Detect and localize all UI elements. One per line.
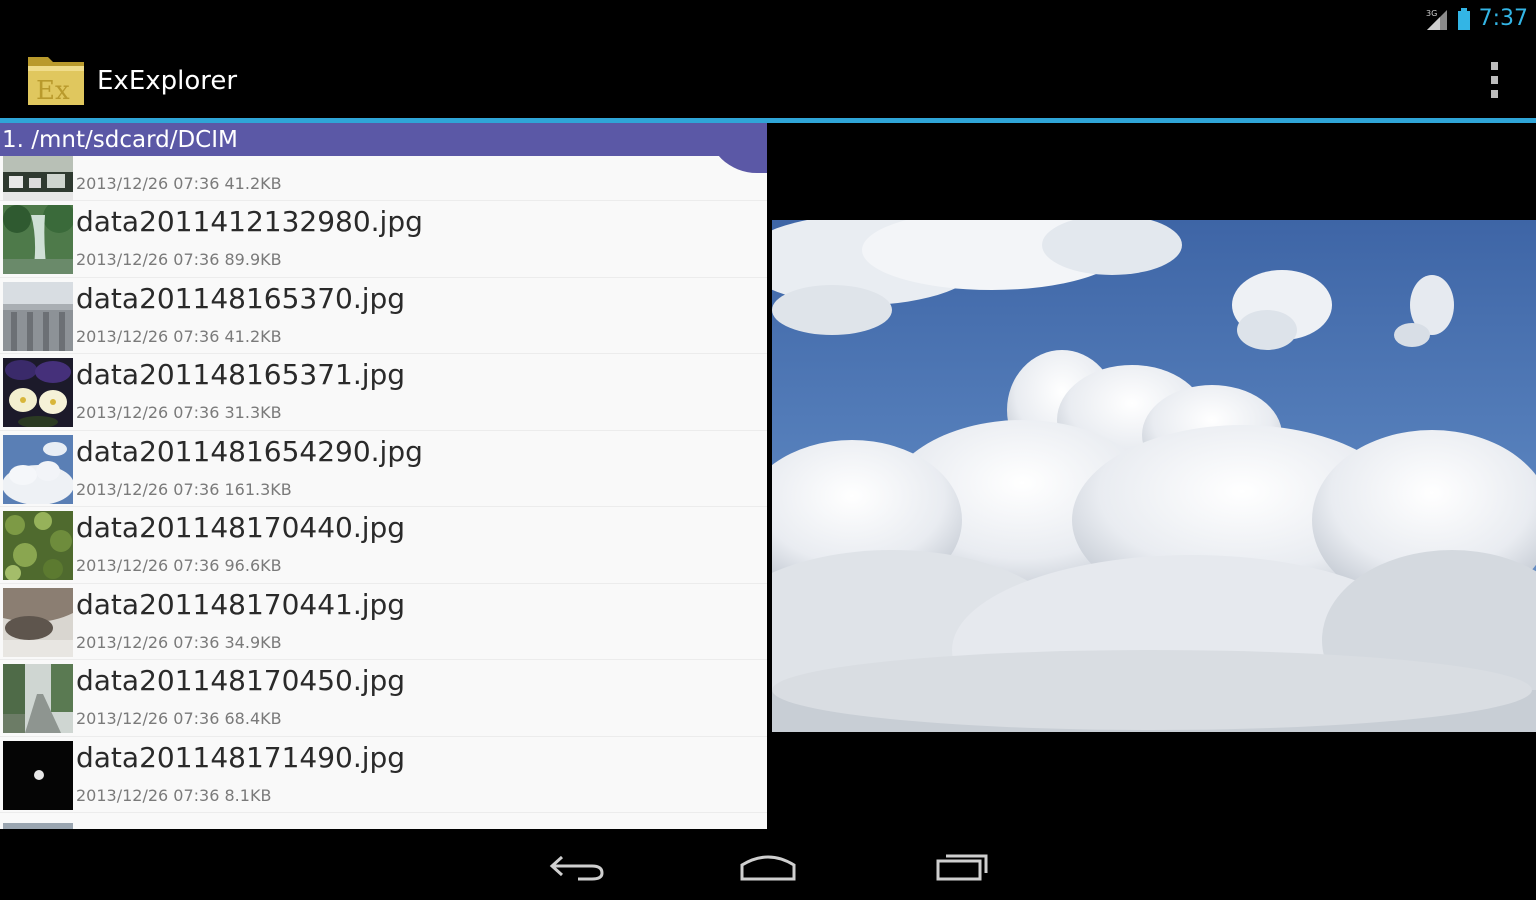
file-list-pane[interactable]: 1. /mnt/sdcard/DCIM 2013/12/26 07:36 41.…: [0, 123, 767, 829]
file-list-item[interactable]: data201148170441.jpg 2013/12/26 07:36 34…: [0, 584, 767, 660]
file-name: data201148165371.jpg: [76, 358, 406, 391]
cat-photo-thumbnail: [3, 587, 73, 657]
road-photo-thumbnail: [3, 664, 73, 733]
status-clock: 7:37: [1478, 6, 1528, 31]
app-title: ExExplorer: [97, 66, 238, 96]
file-meta: 2013/12/26 07:36 68.4KB: [76, 709, 282, 728]
file-meta: 2013/12/26 07:36 8.1KB: [76, 785, 272, 805]
file-meta: 2013/12/26 07:36 34.9KB: [76, 632, 282, 652]
app-icon-label: Ex: [36, 76, 70, 106]
action-bar: Ex ExExplorer: [0, 38, 1536, 118]
file-list[interactable]: 2013/12/26 07:36 41.2KB data201141213298…: [0, 132, 767, 813]
file-meta: 2013/12/26 07:36 161.3KB: [76, 479, 292, 499]
overflow-dot: [1490, 90, 1498, 98]
overflow-menu-icon[interactable]: [1484, 62, 1504, 98]
clouds-photo-thumbnail: [3, 434, 73, 504]
file-name: data201148170441.jpg: [76, 587, 406, 621]
file-meta: 2013/12/26 07:36 89.9KB: [76, 250, 282, 269]
file-name: data201148170440.jpg: [76, 511, 406, 544]
signal-icon: 3G: [1426, 9, 1447, 30]
network-type-label: 3G: [1426, 9, 1437, 18]
file-meta: 2013/12/26 07:36 41.2KB: [76, 326, 282, 346]
overflow-dot: [1490, 62, 1498, 70]
file-list-item[interactable]: data201148165370.jpg 2013/12/26 07:36 41…: [0, 278, 767, 354]
file-name: data2011481654290.jpg: [76, 434, 423, 468]
file-list-item[interactable]: data201148165371.jpg 2013/12/26 07:36 31…: [0, 354, 767, 431]
file-name: data201148171490.jpg: [76, 740, 406, 774]
file-meta: 2013/12/26 07:36 96.6KB: [76, 556, 282, 575]
file-meta: 2013/12/26 07:36 41.2KB: [76, 174, 282, 193]
file-list-item[interactable]: data2011412132980.jpg 2013/12/26 07:36 8…: [0, 201, 767, 278]
moon-photo-thumbnail: [3, 740, 73, 810]
recent-apps-icon[interactable]: [932, 849, 992, 883]
status-bar: 3G 7:37: [0, 0, 1536, 38]
back-icon[interactable]: [548, 849, 608, 883]
file-list-item[interactable]: 2013/12/26 07:36 41.2KB: [0, 132, 767, 201]
overflow-dot: [1490, 76, 1498, 84]
waterfall-photo-thumbnail: [3, 205, 73, 274]
file-name: data2011412132980.jpg: [76, 205, 423, 238]
navigation-bar: [0, 829, 1536, 900]
file-list-item[interactable]: data201148170450.jpg 2013/12/26 07:36 68…: [0, 660, 767, 737]
flowers-photo-thumbnail: [3, 358, 73, 427]
screen: 3G 7:37 Ex ExExplorer 1. /mnt/sdcard/DCI…: [0, 0, 1536, 900]
building-photo-thumbnail: [3, 281, 73, 351]
file-list-item[interactable]: data2011481654290.jpg 2013/12/26 07:36 1…: [0, 431, 767, 507]
app-folder-icon[interactable]: Ex: [26, 49, 86, 107]
home-icon[interactable]: [738, 849, 798, 883]
file-name: data201148170450.jpg: [76, 664, 406, 697]
file-list-item[interactable]: data201148171490.jpg 2013/12/26 07:36 8.…: [0, 737, 767, 813]
battery-icon: [1457, 8, 1470, 30]
file-list-item[interactable]: data201148170440.jpg 2013/12/26 07:36 96…: [0, 507, 767, 584]
status-icons: 3G 7:37: [1425, 4, 1528, 34]
leaves-photo-thumbnail: [3, 511, 73, 580]
file-name: data201148165370.jpg: [76, 281, 406, 315]
path-header[interactable]: 1. /mnt/sdcard/DCIM: [0, 123, 767, 156]
image-preview[interactable]: [772, 220, 1536, 732]
file-meta: 2013/12/26 07:36 31.3KB: [76, 403, 282, 422]
